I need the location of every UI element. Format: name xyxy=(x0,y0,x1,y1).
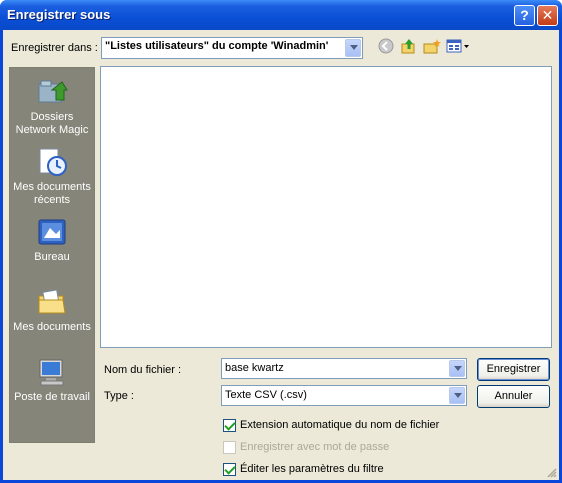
save-in-label: Enregistrer dans : xyxy=(11,42,98,54)
help-button[interactable]: ? xyxy=(514,5,535,26)
place-my-computer[interactable]: Poste de travail xyxy=(10,356,94,404)
place-label: Mes documents xyxy=(13,321,91,333)
place-desktop[interactable]: Bureau xyxy=(10,216,94,264)
type-value: Texte CSV (.csv) xyxy=(225,389,307,401)
auto-extension-checkbox[interactable] xyxy=(223,419,236,432)
filename-label: Nom du fichier : xyxy=(104,364,182,376)
chevron-down-icon[interactable] xyxy=(449,387,465,404)
edit-filter-settings-checkbox[interactable] xyxy=(223,463,236,476)
filename-value: base kwartz xyxy=(225,362,284,374)
save-with-password-label: Enregistrer avec mot de passe xyxy=(240,441,390,453)
type-label: Type : xyxy=(104,390,134,402)
places-bar: Dossiers Network Magic Mes documents réc… xyxy=(9,67,95,443)
place-network-magic[interactable]: Dossiers Network Magic xyxy=(10,76,94,137)
place-recent-documents[interactable]: Mes documents récents xyxy=(10,146,94,207)
save-button[interactable]: Enregistrer xyxy=(477,358,550,381)
view-menu-icon[interactable] xyxy=(446,37,470,55)
place-label: Poste de travail xyxy=(14,391,90,403)
type-select[interactable]: Texte CSV (.csv) xyxy=(221,385,467,406)
save-with-password-checkbox xyxy=(223,441,236,454)
up-folder-icon[interactable] xyxy=(400,37,418,55)
new-folder-icon[interactable] xyxy=(423,37,441,55)
chevron-down-icon[interactable] xyxy=(449,360,465,377)
save-in-value: "Listes utilisateurs" du compte 'Winadmi… xyxy=(105,40,329,52)
resize-grip-icon[interactable] xyxy=(546,467,557,478)
dialog-body: Enregistrer dans : "Listes utilisateurs"… xyxy=(3,30,559,480)
cancel-button[interactable]: Annuler xyxy=(477,385,550,408)
back-icon[interactable] xyxy=(377,37,395,55)
edit-filter-settings-label[interactable]: Éditer les paramètres du filtre xyxy=(240,463,384,475)
place-label: Mes documents récents xyxy=(13,181,91,206)
desktop-icon xyxy=(38,219,66,245)
network-magic-folder-icon xyxy=(38,80,68,103)
dialog-title: Enregistrer sous xyxy=(7,7,111,22)
close-button[interactable]: ✕ xyxy=(537,5,558,26)
chevron-down-icon[interactable] xyxy=(345,39,361,57)
filename-input[interactable]: base kwartz xyxy=(221,358,467,379)
auto-extension-label[interactable]: Extension automatique du nom de fichier xyxy=(240,419,439,431)
file-list[interactable] xyxy=(100,66,552,348)
my-computer-icon xyxy=(39,359,64,386)
recent-documents-icon xyxy=(39,148,67,176)
title-bar[interactable]: Enregistrer sous ? ✕ xyxy=(0,0,562,30)
save-in-combo[interactable]: "Listes utilisateurs" du compte 'Winadmi… xyxy=(101,37,363,59)
place-label: Bureau xyxy=(34,251,70,263)
place-my-documents[interactable]: Mes documents xyxy=(10,286,94,334)
my-documents-icon xyxy=(38,289,66,314)
place-label: Dossiers Network Magic xyxy=(15,111,89,136)
save-as-dialog: Enregistrer sous ? ✕ Enregistrer dans : … xyxy=(0,0,562,483)
